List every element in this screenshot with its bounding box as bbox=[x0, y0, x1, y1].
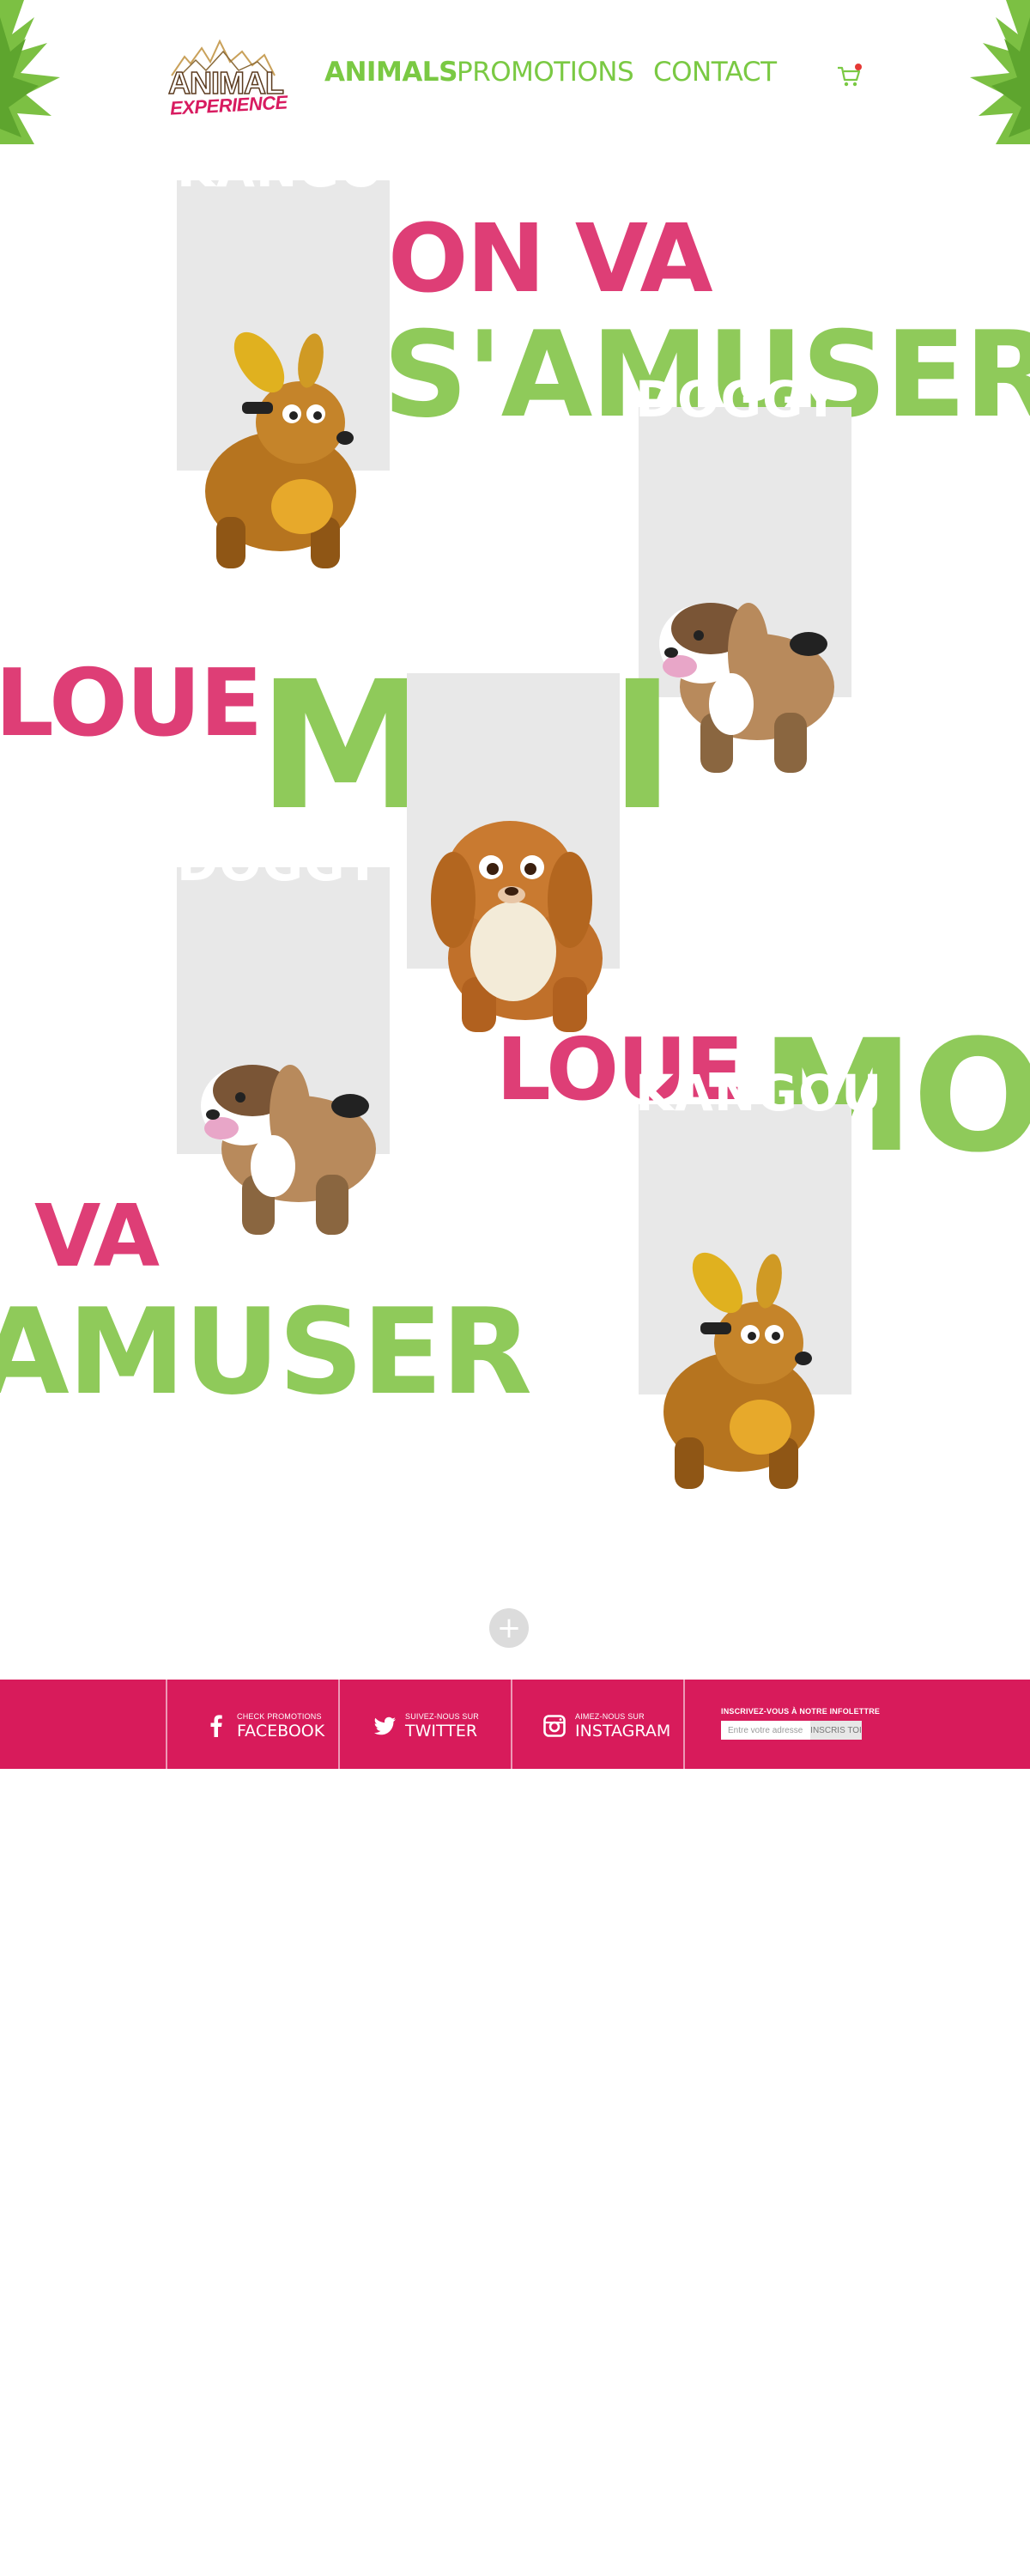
dog-toy-image[interactable] bbox=[187, 1046, 385, 1252]
decor-word: M bbox=[258, 643, 433, 849]
product-card-name: KANGOU bbox=[177, 140, 425, 198]
decor-word: LOUE bbox=[0, 650, 263, 757]
site-logo[interactable]: ANIMAL EXPERIENCE bbox=[163, 33, 288, 119]
footer-divider bbox=[683, 1680, 685, 1769]
facebook-icon bbox=[210, 1715, 222, 1737]
nav-contact[interactable]: CONTACT bbox=[653, 57, 777, 88]
facebook-link-caption: CHECK PROMOTIONS bbox=[237, 1711, 322, 1721]
decor-word: ON VA bbox=[388, 204, 713, 313]
instagram-link-label: INSTAGRAM bbox=[575, 1721, 671, 1741]
load-more-button[interactable]: + bbox=[489, 1608, 529, 1648]
facebook-link[interactable]: CHECK PROMOTIONS FACEBOOK bbox=[204, 1710, 324, 1741]
nav-promotions[interactable]: PROMOTIONS bbox=[457, 57, 634, 88]
twitter-icon bbox=[373, 1716, 396, 1735]
facebook-link-label: FACEBOOK bbox=[237, 1721, 325, 1741]
footer-divider bbox=[166, 1680, 167, 1769]
kangaroo-toy-image[interactable] bbox=[649, 1249, 829, 1498]
newsletter-email-input[interactable] bbox=[721, 1721, 810, 1740]
newsletter-title: INSCRIVEZ-VOUS À NOTRE INFOLETTRE bbox=[721, 1707, 881, 1716]
instagram-icon bbox=[543, 1715, 566, 1737]
instagram-link-caption: AIMEZ-NOUS SUR bbox=[575, 1711, 645, 1721]
kangaroo-toy-image[interactable] bbox=[191, 328, 371, 577]
dog-toy-image[interactable] bbox=[645, 584, 843, 790]
twitter-link-label: TWITTER bbox=[405, 1721, 478, 1741]
footer-divider bbox=[338, 1680, 340, 1769]
grass-decoration-right bbox=[970, 0, 1030, 144]
cart-count-badge bbox=[855, 64, 862, 70]
newsletter-subscribe-button[interactable]: INSCRIS TOI bbox=[810, 1721, 862, 1740]
instagram-link[interactable]: AIMEZ-NOUS SUR INSTAGRAM bbox=[542, 1710, 670, 1741]
nav-animals[interactable]: ANIMALS bbox=[324, 57, 457, 88]
twitter-link-caption: SUIVEZ-NOUS SUR bbox=[405, 1711, 480, 1721]
grass-decoration-left bbox=[0, 0, 60, 144]
product-card-name: DOGGY bbox=[635, 370, 840, 428]
product-card-name: DOGGY bbox=[177, 834, 382, 892]
product-card-name: KANGOU bbox=[635, 1064, 883, 1122]
product-card-name: KITTY bbox=[409, 605, 609, 675]
puppy-toy-image[interactable] bbox=[424, 805, 609, 1037]
footer-divider bbox=[511, 1680, 512, 1769]
decor-word: VA bbox=[34, 1186, 160, 1286]
footer-social-bar: CHECK PROMOTIONS FACEBOOK SUIVEZ-NOUS SU… bbox=[0, 1680, 1030, 1769]
decor-word: AMUSER bbox=[0, 1283, 532, 1421]
twitter-link[interactable]: SUIVEZ-NOUS SUR TWITTER bbox=[373, 1710, 479, 1741]
